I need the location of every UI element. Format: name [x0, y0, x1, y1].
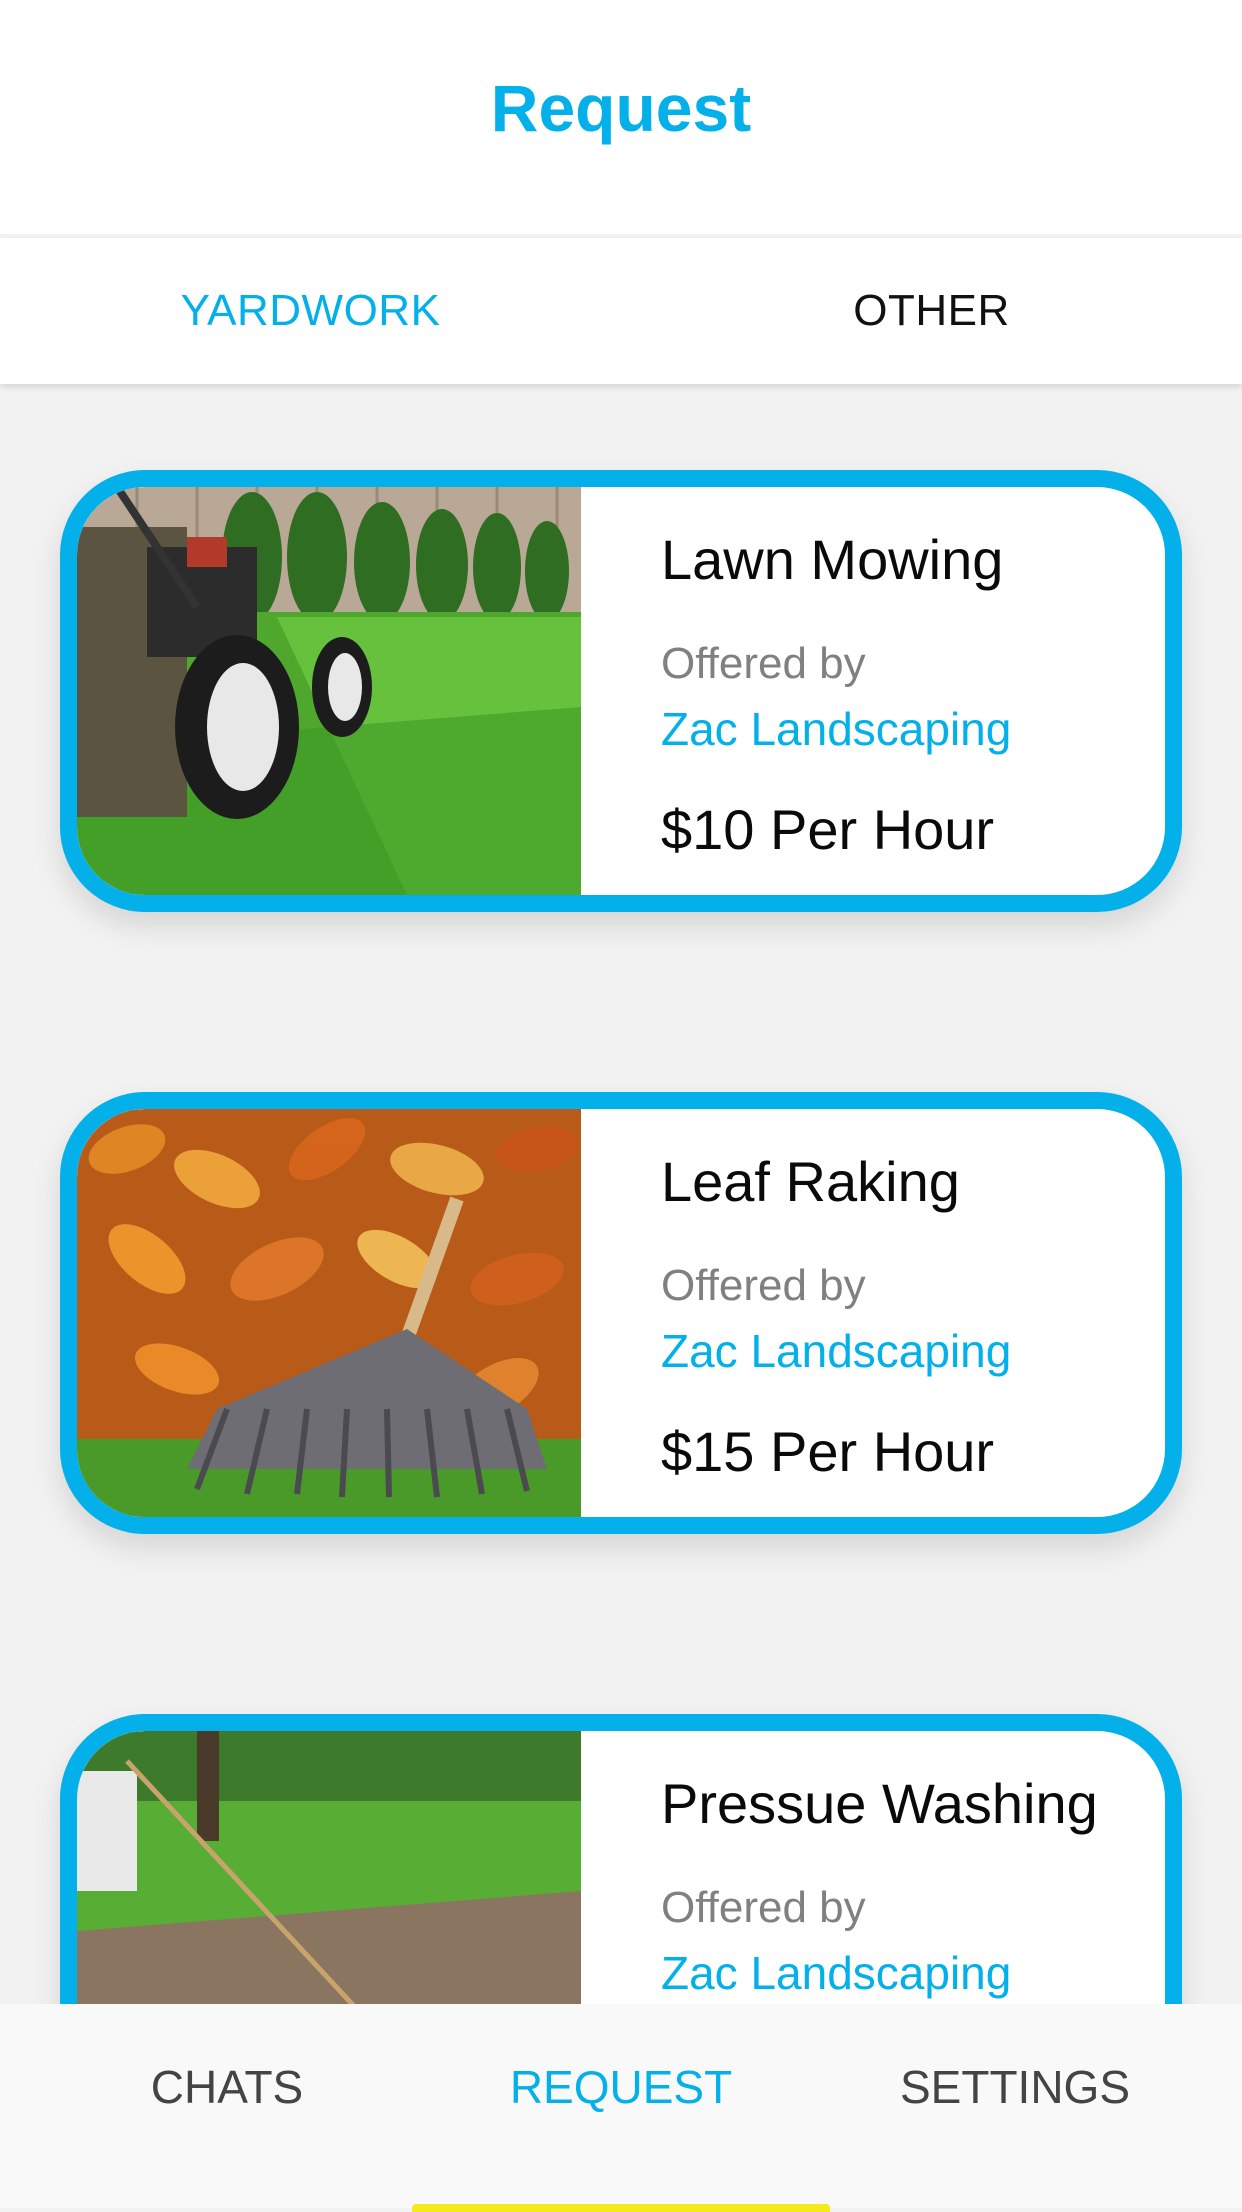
offered-by-label: Offered by: [661, 1883, 866, 1932]
app-header: Request: [0, 0, 1242, 234]
lawn-mower-photo: [77, 487, 581, 895]
nav-request[interactable]: REQUEST: [414, 2060, 828, 2114]
category-tabs: YARDWORK OTHER: [0, 238, 1242, 384]
provider-link[interactable]: Zac Landscaping: [661, 1946, 1011, 2000]
service-price: $10 Per Hour: [661, 798, 995, 861]
leaf-rake-photo: [77, 1109, 581, 1517]
offered-by-label: Offered by: [661, 639, 866, 688]
provider-link[interactable]: Zac Landscaping: [661, 1324, 1011, 1378]
offered-by-label: Offered by: [661, 1261, 866, 1310]
service-title: Lawn Mowing: [661, 528, 1004, 591]
tab-other[interactable]: OTHER: [621, 238, 1242, 384]
nav-settings[interactable]: SETTINGS: [808, 2060, 1222, 2114]
service-title: Leaf Raking: [661, 1150, 960, 1213]
provider-link[interactable]: Zac Landscaping: [661, 702, 1011, 756]
service-title: Pressue Washing: [661, 1772, 1098, 1835]
nav-chats[interactable]: CHATS: [20, 2060, 434, 2114]
bottom-navigation: CHATS REQUEST SETTINGS: [0, 2004, 1242, 2212]
page-title: Request: [490, 71, 752, 145]
tab-yardwork[interactable]: YARDWORK: [0, 238, 621, 384]
active-tab-indicator: [412, 2204, 830, 2212]
service-card-lawn-mowing[interactable]: Lawn Mowing Offered by Zac Landscaping $…: [60, 470, 1182, 912]
service-card-leaf-raking[interactable]: Leaf Raking Offered by Zac Landscaping $…: [60, 1092, 1182, 1534]
service-price: $15 Per Hour: [661, 1420, 995, 1483]
